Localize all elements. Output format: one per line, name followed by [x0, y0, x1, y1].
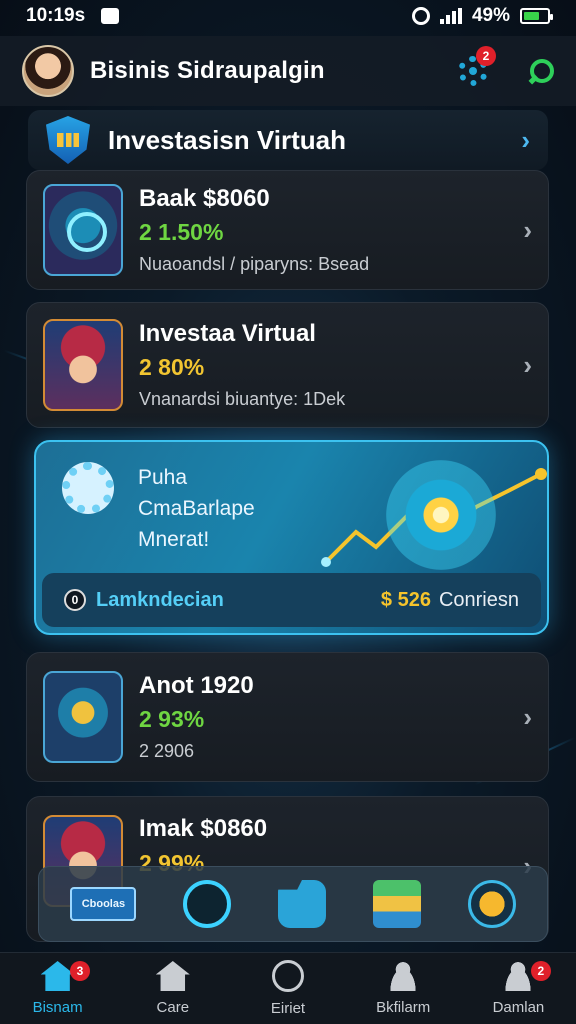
chat-icon[interactable] — [467, 880, 516, 928]
section-title: Investasisn Virtuah — [108, 124, 346, 155]
section-header[interactable]: Investasisn Virtuah › — [28, 110, 548, 170]
chevron-right-icon: › — [523, 701, 532, 732]
nav-badge: 3 — [70, 961, 90, 981]
signal-icon — [439, 8, 462, 24]
promo-amount-label: Conriesn — [438, 588, 519, 611]
investor-avatar — [43, 319, 123, 411]
card-percent: 2 1.50% — [139, 219, 224, 246]
battery-icon — [520, 8, 553, 24]
notification-icon — [101, 8, 120, 24]
zero-icon: 0 — [64, 589, 86, 611]
house-icon — [155, 961, 190, 991]
settings-button[interactable]: 2 — [458, 46, 496, 86]
settings-badge: 2 — [476, 46, 496, 66]
investment-card[interactable]: Anot 1920 2 93% 2 2906 › — [26, 652, 549, 782]
tech-globe-icon — [43, 184, 123, 276]
nav-item-account[interactable]: Damlan 2 — [461, 953, 576, 1024]
status-time: 10:19s — [26, 5, 86, 26]
card-subtitle: Nuaoandsl / piparyns: Bsead — [139, 254, 370, 275]
promo-line: CmaBarlape — [138, 497, 255, 520]
card-percent: 2 93% — [139, 706, 205, 733]
nav-item-home[interactable]: Bisnam 3 — [0, 953, 115, 1024]
card-subtitle: 2 2906 — [139, 741, 195, 762]
nav-label: Eiriet — [270, 1000, 306, 1017]
user-icon — [501, 961, 536, 991]
explore-icon — [272, 960, 304, 992]
card-title: Imak $0860 — [139, 815, 268, 842]
user-icon — [386, 961, 421, 991]
promo-line: Puha — [138, 466, 188, 489]
avatar[interactable] — [22, 45, 74, 97]
promo-amount[interactable]: $ 526 Conriesn — [381, 589, 519, 612]
status-bar: 10:19s 49% — [0, 0, 576, 32]
app-header: Bisinis Sidraupalgin 2 — [0, 36, 576, 106]
promo-left-label: Lamkndecian — [96, 588, 224, 611]
nav-badge: 2 — [530, 961, 551, 981]
nav-label: Bkfilarm — [376, 999, 431, 1016]
nav-item-profile[interactable]: Bkfilarm — [346, 953, 461, 1024]
card-title: Investaa Virtual — [139, 319, 316, 347]
sun-gear-icon — [62, 462, 114, 514]
card-percent: 2 80% — [139, 354, 205, 381]
page-title: Bisinis Sidraupalgin — [90, 57, 325, 84]
chevron-right-icon: › — [521, 124, 530, 155]
nav-label: Bisnam — [32, 999, 83, 1016]
investment-card[interactable]: Baak $8060 2 1.50% Nuaoandsl / piparyns:… — [26, 170, 549, 290]
card-title: Anot 1920 — [139, 671, 254, 699]
refresh-icon[interactable] — [183, 880, 232, 928]
search-icon[interactable] — [526, 57, 554, 85]
folder-icon[interactable] — [277, 880, 326, 928]
promo-left-button[interactable]: 0 Lamkndecian — [64, 589, 224, 612]
alarm-icon — [411, 7, 430, 25]
promo-amount-value: $ 526 — [380, 588, 431, 611]
coin-orb-icon — [386, 460, 496, 570]
badge-button[interactable]: Cboolas — [70, 887, 137, 921]
chevron-right-icon: › — [523, 349, 532, 380]
bottom-nav: Bisnam 3 Care Eiriet Bkfilarm Damlan 2 — [0, 952, 576, 1024]
gauge-icon — [43, 671, 123, 763]
home-icon — [40, 961, 75, 991]
battery-percent: 49% — [471, 5, 510, 26]
chevron-right-icon: › — [523, 214, 532, 245]
promo-banner[interactable]: Puha CmaBarlape Mnerat! 0 Lamkndecian $ … — [34, 440, 549, 635]
nav-label: Care — [156, 999, 190, 1016]
investment-card[interactable]: Investaa Virtual 2 80% Vnanardsi biuanty… — [26, 302, 549, 428]
nav-item-care[interactable]: Care — [115, 953, 230, 1024]
stack-icon[interactable] — [372, 880, 421, 928]
promo-line: Mnerat! — [138, 528, 210, 551]
nav-label: Damlan — [492, 999, 545, 1016]
shield-icon — [46, 116, 90, 164]
card-subtitle: Vnanardsi biuantye: 1Dek — [139, 389, 346, 410]
card-title: Baak $8060 — [139, 184, 270, 212]
nav-item-explore[interactable]: Eiriet — [230, 953, 345, 1024]
quick-actions-bar: Cboolas — [38, 866, 548, 942]
